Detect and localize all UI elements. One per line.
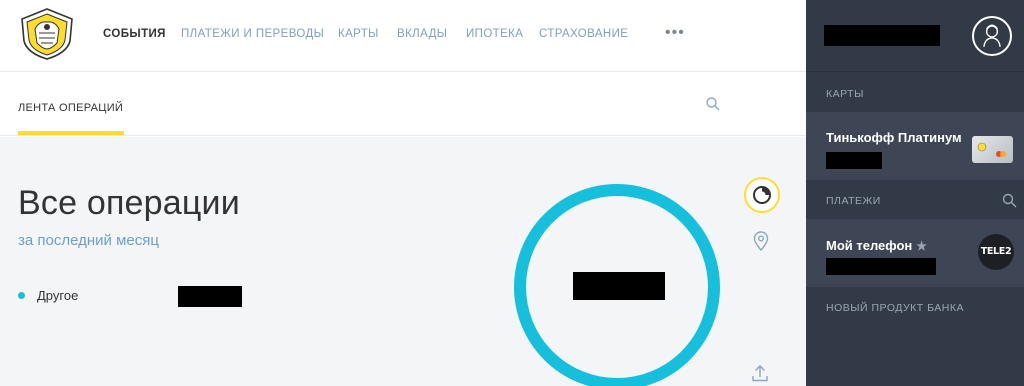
nav-item-mortgage[interactable]: ИПОТЕКА	[466, 28, 523, 40]
account-name: Тинькофф Платинум	[826, 130, 962, 145]
legend-label-other[interactable]: Другое	[37, 288, 78, 303]
section-label-cards: КАРТЫ	[826, 88, 864, 100]
sub-navigation: ЛЕНТА ОПЕРАЦИЙ	[0, 72, 806, 136]
operations-content: Все операции за последний месяц Другое	[0, 137, 806, 386]
nav-item-insurance[interactable]: СТРАХОВАНИЕ	[539, 28, 628, 40]
nav-item-events[interactable]: СОБЫТИЯ	[103, 28, 166, 40]
top-navigation: СОБЫТИЯ ПЛАТЕЖИ И ПЕРЕВОДЫ КАРТЫ ВКЛАДЫ …	[0, 0, 806, 72]
legend-marker	[18, 292, 25, 299]
bank-logo-icon[interactable]	[17, 7, 77, 61]
operator-logo-icon: TELE2	[978, 234, 1014, 270]
search-icon[interactable]	[705, 96, 721, 112]
account-balance-redacted	[826, 152, 882, 169]
period-selector[interactable]: за последний месяц	[18, 232, 159, 249]
nav-item-payments[interactable]: ПЛАТЕЖИ И ПЕРЕВОДЫ	[181, 28, 324, 40]
app-root: СОБЫТИЯ ПЛАТЕЖИ И ПЕРЕВОДЫ КАРТЫ ВКЛАДЫ …	[0, 0, 1024, 386]
donut-total-redacted	[573, 272, 665, 300]
card-icon	[972, 136, 1013, 163]
more-menu-button[interactable]: •••	[665, 25, 685, 41]
user-name-redacted	[824, 25, 940, 46]
section-label-payments: ПЛАТЕЖИ	[826, 195, 881, 207]
main-area: СОБЫТИЯ ПЛАТЕЖИ И ПЕРЕВОДЫ КАРТЫ ВКЛАДЫ …	[0, 0, 806, 386]
payment-name: Мой телефон ★	[826, 238, 927, 253]
nav-item-cards[interactable]: КАРТЫ	[338, 28, 379, 40]
legend-amount-redacted	[178, 286, 242, 307]
panel-header	[806, 0, 1024, 72]
nav-item-deposits[interactable]: ВКЛАДЫ	[397, 28, 447, 40]
user-avatar-icon[interactable]	[972, 16, 1012, 56]
search-icon[interactable]	[1002, 193, 1017, 208]
upload-icon[interactable]	[751, 364, 769, 382]
chart-icon[interactable]	[743, 176, 781, 214]
tab-operations-feed[interactable]: ЛЕНТА ОПЕРАЦИЙ	[18, 102, 123, 114]
payment-name-text: Мой телефон	[826, 238, 913, 253]
section-label-new-product[interactable]: НОВЫЙ ПРОДУКТ БАНКА	[826, 302, 964, 314]
location-pin-icon[interactable]	[753, 231, 769, 251]
favorite-star-icon[interactable]: ★	[916, 239, 927, 253]
page-title: Все операции	[18, 184, 240, 222]
active-tab-indicator	[18, 131, 124, 135]
payment-amount-redacted	[826, 258, 936, 275]
accounts-panel: КАРТЫ Тинькофф Платинум ПЛАТЕЖИ Мой теле…	[806, 0, 1024, 386]
